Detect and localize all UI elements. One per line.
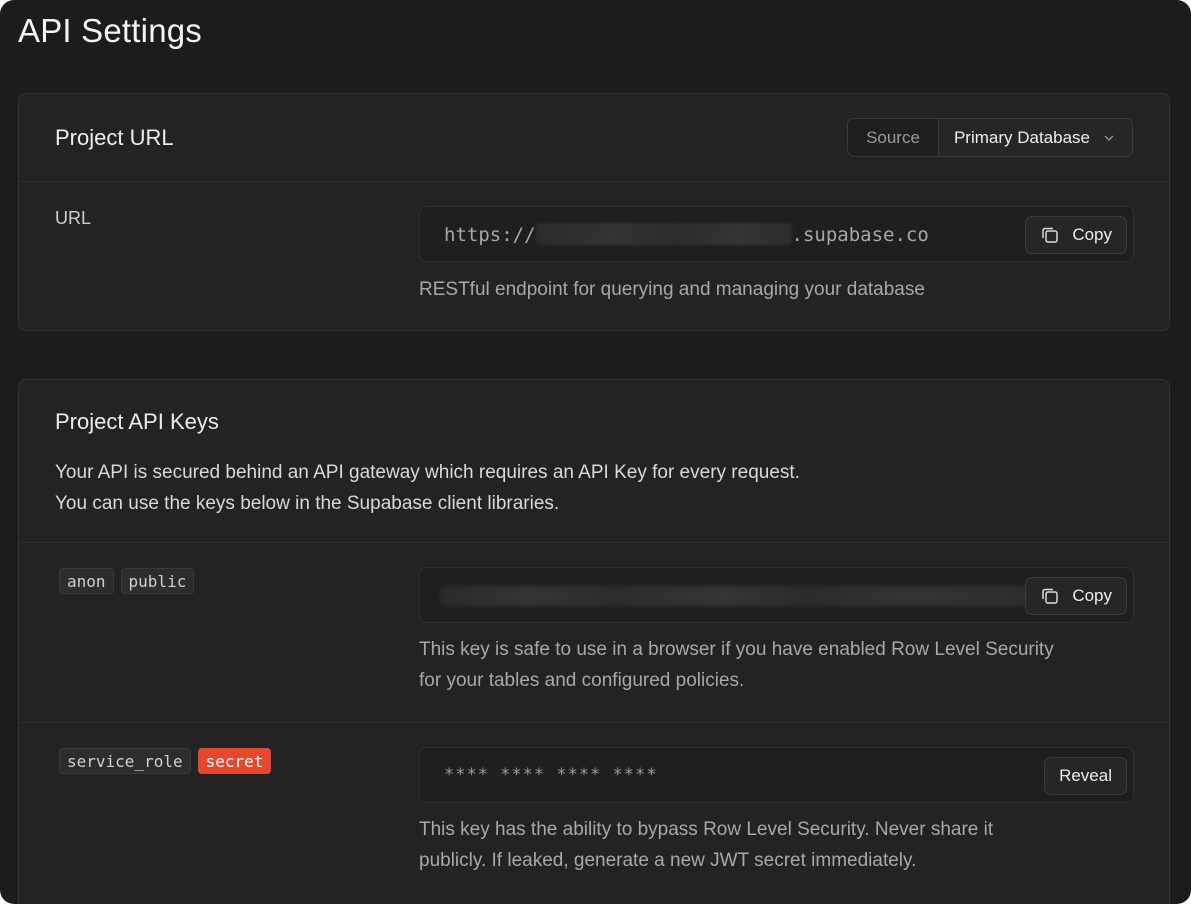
- anon-key-tags: anon public: [59, 568, 195, 594]
- anon-help-line-1: This key is safe to use in a browser if …: [419, 639, 1054, 660]
- anon-key-field[interactable]: Copy: [419, 567, 1134, 623]
- redacted-project-ref: [535, 223, 792, 245]
- api-keys-title: Project API Keys: [55, 409, 219, 434]
- copy-url-label: Copy: [1072, 225, 1112, 244]
- tag-public: public: [120, 568, 195, 594]
- service-help-line-2: publicly. If leaked, generate a new JWT …: [419, 850, 917, 871]
- source-value: Primary Database: [953, 127, 1090, 147]
- tag-anon: anon: [59, 568, 114, 594]
- url-help-text: RESTful endpoint for querying and managi…: [419, 279, 925, 300]
- description-line-1: Your API is secured behind an API gatewa…: [55, 462, 800, 483]
- api-keys-card: Project API Keys Your API is secured beh…: [18, 379, 1170, 904]
- page-title: API Settings: [18, 12, 202, 49]
- copy-url-button[interactable]: Copy: [1025, 216, 1127, 254]
- anon-help-line-2: for your tables and configured policies.: [419, 670, 745, 691]
- redacted-anon-key: [440, 586, 1030, 606]
- source-selector: Source Primary Database: [847, 118, 1133, 157]
- service-key-help: This key has the ability to bypass Row L…: [419, 814, 1134, 876]
- tag-secret: secret: [197, 748, 272, 774]
- copy-icon: [1042, 227, 1059, 243]
- card-divider: [19, 181, 1169, 182]
- copy-anon-key-button[interactable]: Copy: [1025, 577, 1127, 615]
- reveal-button[interactable]: Reveal: [1044, 757, 1127, 795]
- settings-window: API Settings Project URL Source Primary …: [0, 0, 1191, 904]
- anon-key-help: This key is safe to use in a browser if …: [419, 634, 1134, 696]
- description-line-2: You can use the keys below in the Supaba…: [55, 493, 560, 514]
- service-key-tags: service_role secret: [59, 748, 272, 774]
- source-dropdown[interactable]: Primary Database: [938, 119, 1132, 156]
- card-divider: [19, 542, 1169, 543]
- url-prefix: https://: [444, 224, 536, 246]
- url-field[interactable]: https:// .supabase.co Copy: [419, 206, 1134, 262]
- url-label: URL: [55, 208, 92, 228]
- tag-service-role: service_role: [59, 748, 191, 774]
- api-keys-description: Your API is secured behind an API gatewa…: [55, 457, 800, 519]
- service-key-field[interactable]: **** **** **** **** Reveal: [419, 747, 1134, 803]
- chevron-down-icon: [1104, 135, 1114, 141]
- url-value: https:// .supabase.co: [444, 223, 929, 246]
- service-help-line-1: This key has the ability to bypass Row L…: [419, 819, 994, 840]
- project-url-title: Project URL: [55, 125, 174, 150]
- masked-service-key: **** **** **** ****: [444, 765, 658, 785]
- project-url-card: Project URL Source Primary Database URL …: [18, 93, 1170, 331]
- copy-icon: [1042, 588, 1059, 604]
- url-suffix: .supabase.co: [791, 224, 929, 246]
- copy-anon-label: Copy: [1072, 586, 1112, 605]
- source-label: Source: [848, 119, 939, 156]
- reveal-label: Reveal: [1059, 766, 1112, 785]
- row-divider: [19, 722, 1169, 723]
